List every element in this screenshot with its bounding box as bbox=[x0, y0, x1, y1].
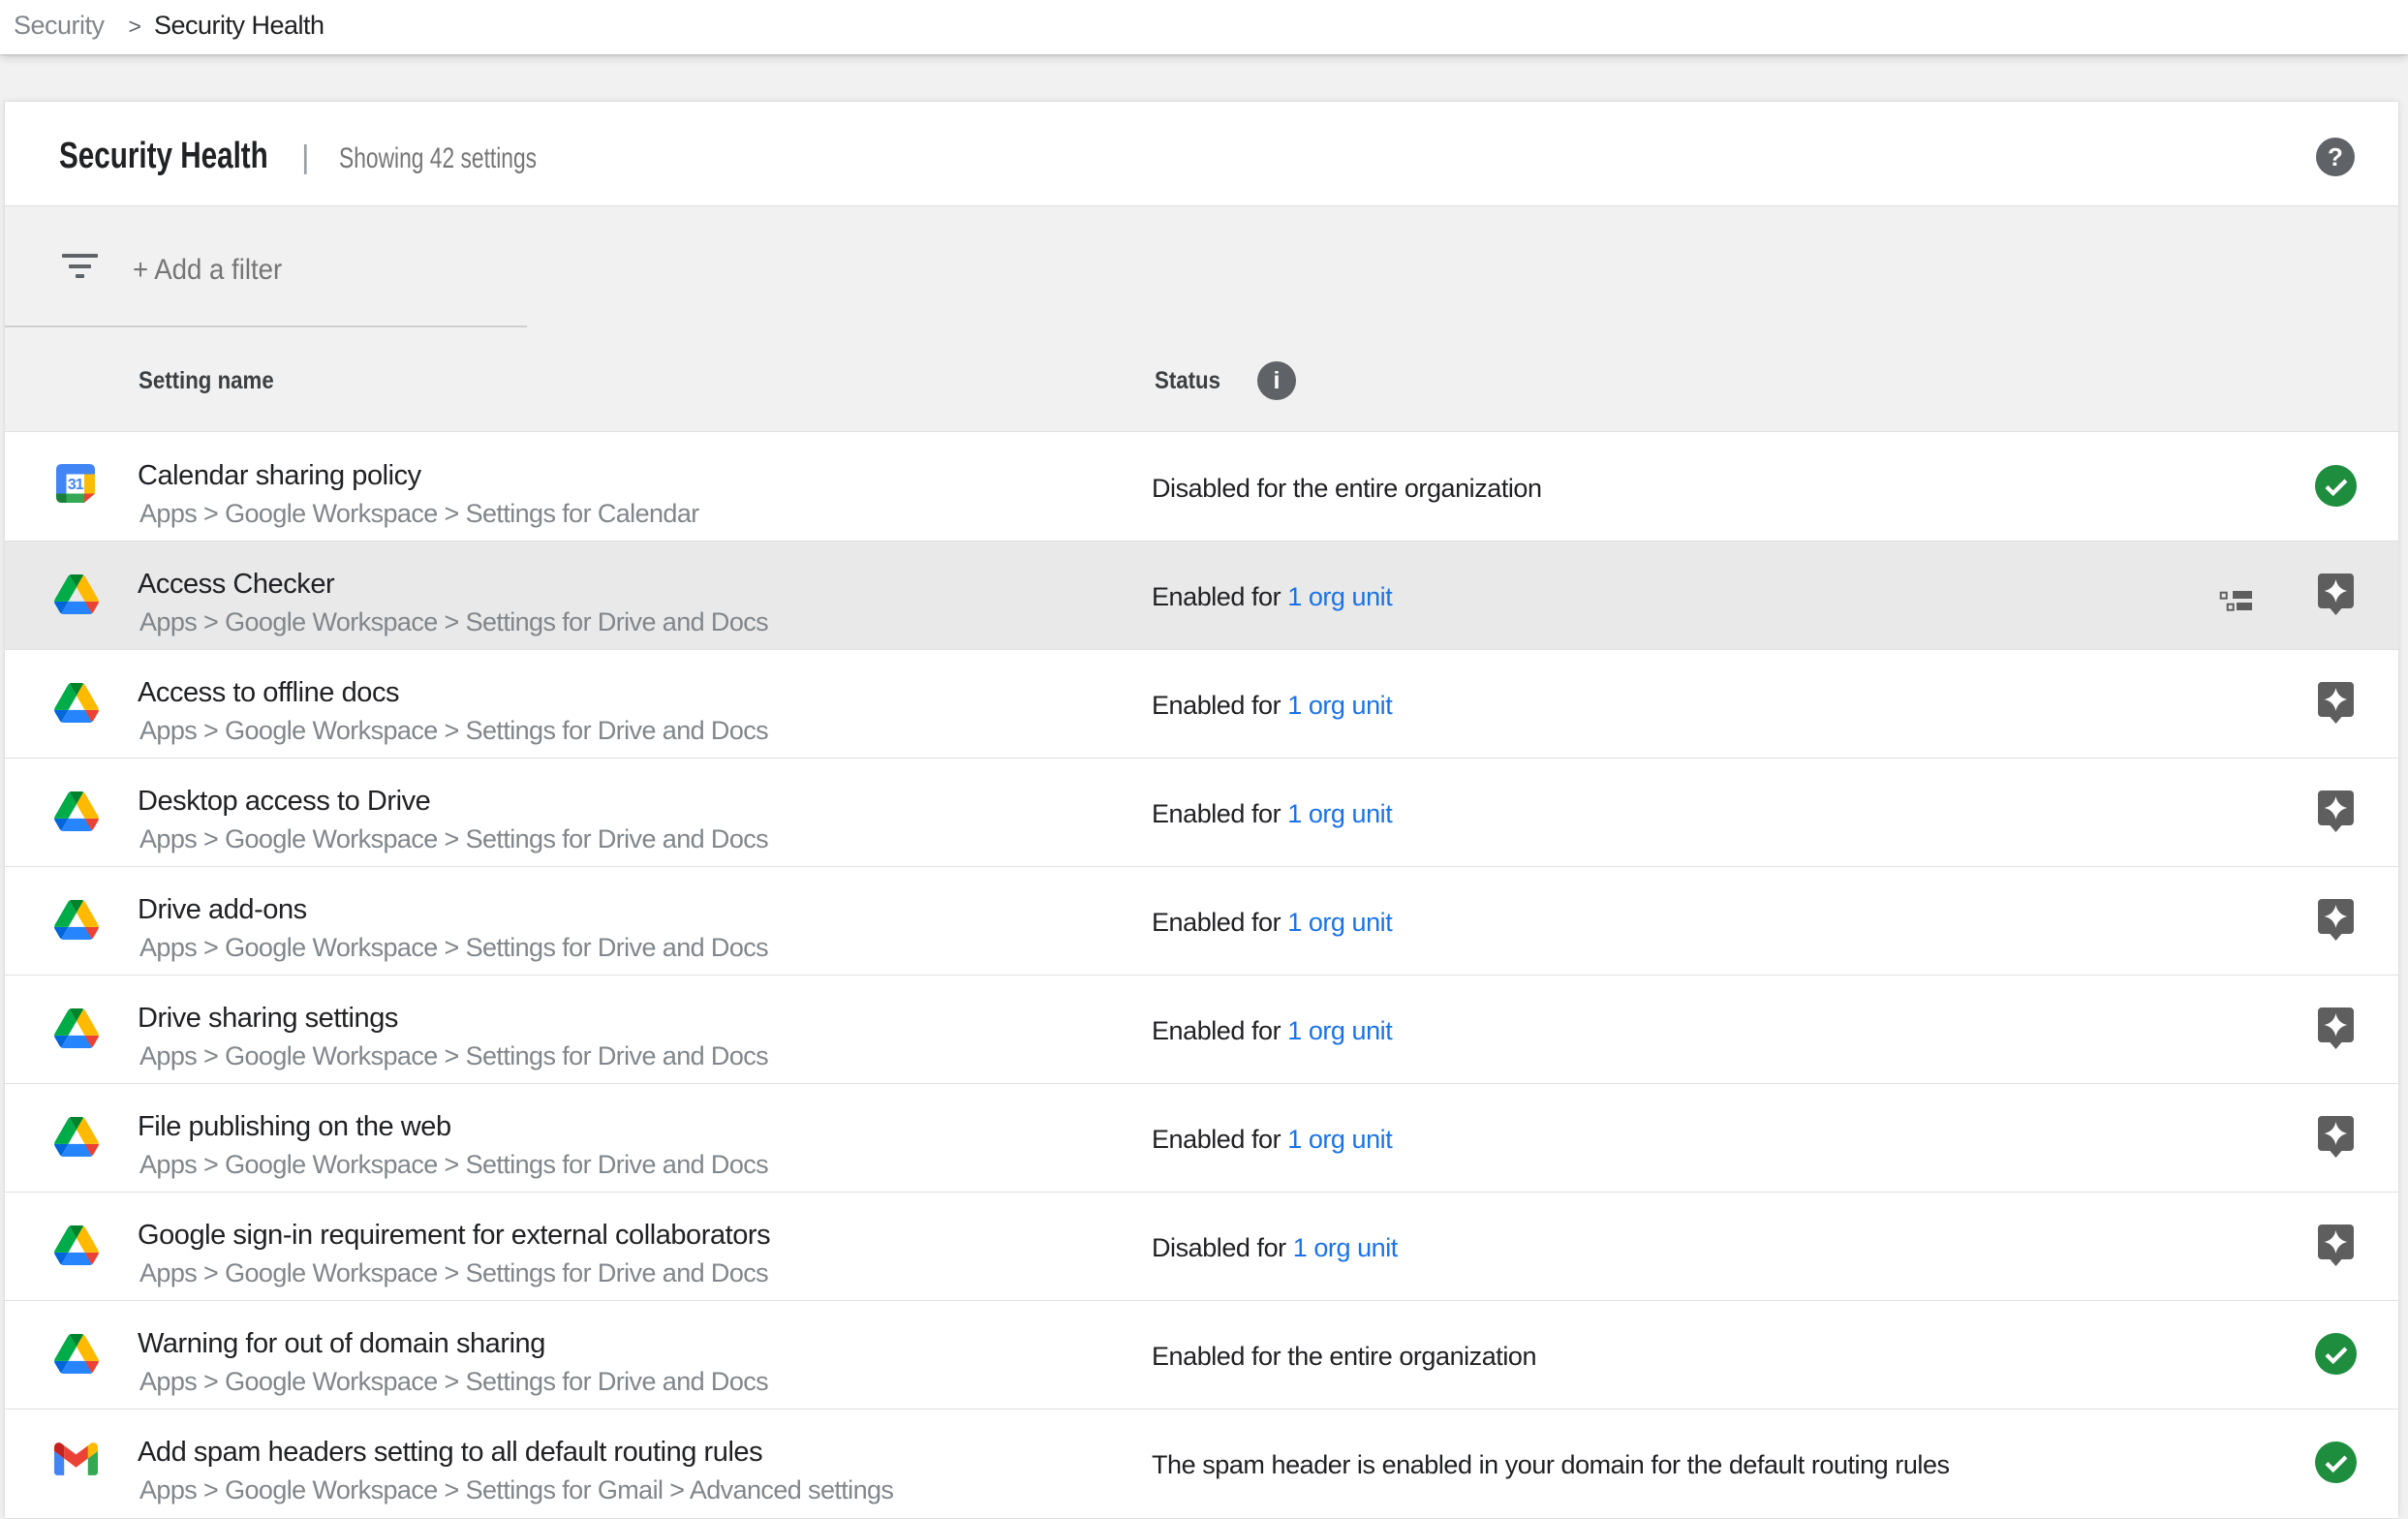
svg-text:31: 31 bbox=[68, 477, 84, 493]
